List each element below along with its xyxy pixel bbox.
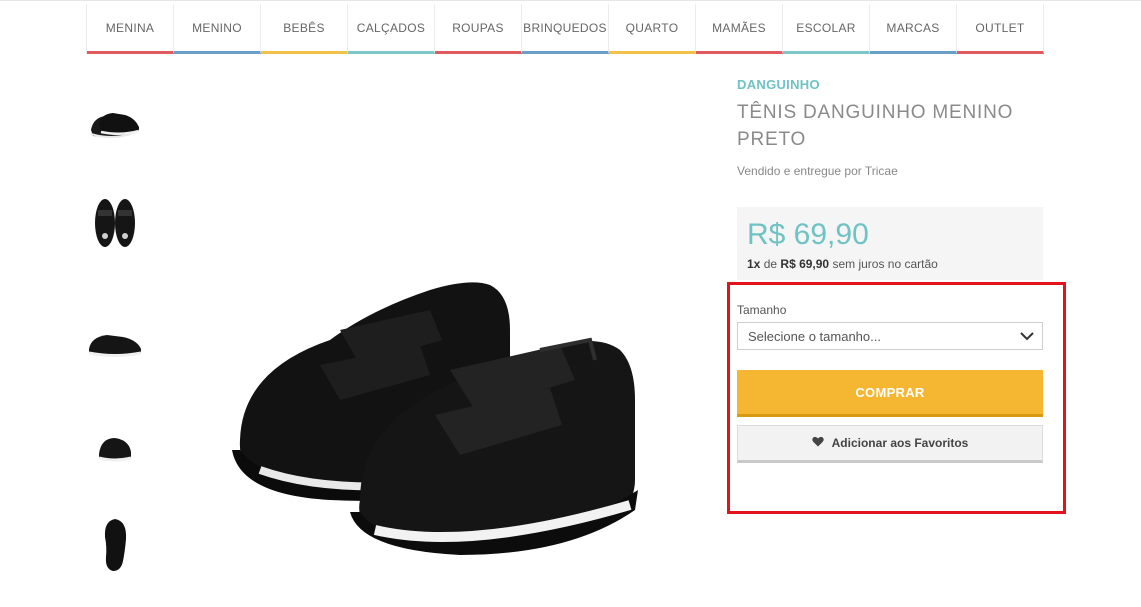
size-select[interactable]: Selecione o tamanho... — [737, 322, 1043, 350]
installment-suffix: sem juros no cartão — [832, 257, 938, 271]
installment-amount: R$ 69,90 — [780, 257, 830, 271]
nav-item-quarto[interactable]: QUARTO — [609, 4, 696, 54]
nav-item-escolar[interactable]: ESCOLAR — [783, 4, 870, 54]
installment-info: 1x de R$ 69,90 sem juros no cartão — [747, 257, 1033, 271]
product-price: R$ 69,90 — [747, 218, 869, 251]
size-label: Tamanho — [737, 303, 787, 317]
add-favorite-button[interactable]: Adicionar aos Favoritos — [737, 425, 1043, 463]
product-title: TÊNIS DANGUINHO MENINO PRETO — [737, 102, 1014, 150]
thumbnail-single-back[interactable] — [80, 413, 150, 483]
product-main-image — [210, 250, 660, 580]
chevron-down-icon — [1020, 329, 1034, 344]
brand-name[interactable]: DANGUINHO — [737, 77, 820, 92]
installment-count: 1x — [747, 257, 761, 271]
nav-item-outlet[interactable]: OUTLET — [957, 4, 1044, 54]
heart-icon — [811, 436, 824, 450]
nav-item-mamaes[interactable]: MAMÃES — [696, 4, 783, 54]
thumbnail-single-side[interactable] — [80, 308, 150, 378]
nav-item-calcados[interactable]: CALÇADOS — [348, 4, 435, 54]
category-nav: MENINA MENINO BEBÊS CALÇADOS ROUPAS BRIN… — [86, 4, 1044, 54]
nav-item-bebes[interactable]: BEBÊS — [261, 4, 348, 54]
nav-item-brinquedos[interactable]: BRINQUEDOS — [522, 4, 609, 54]
price-box: R$ 69,90 1x de R$ 69,90 sem juros no car… — [737, 207, 1043, 280]
nav-item-marcas[interactable]: MARCAS — [870, 4, 957, 54]
nav-item-menina[interactable]: MENINA — [87, 4, 174, 54]
nav-item-menino[interactable]: MENINO — [174, 4, 261, 54]
thumbnail-pair-top[interactable] — [80, 188, 150, 258]
installment-connector: de — [763, 257, 778, 271]
thumbnail-pair-side[interactable] — [80, 88, 150, 158]
buy-button[interactable]: COMPRAR — [737, 370, 1043, 417]
thumbnail-sole[interactable] — [80, 510, 150, 580]
add-favorite-label: Adicionar aos Favoritos — [831, 436, 969, 450]
nav-item-roupas[interactable]: ROUPAS — [435, 4, 522, 54]
seller-info: Vendido e entregue por Tricae — [737, 164, 898, 178]
size-select-value: Selecione o tamanho... — [748, 328, 881, 344]
